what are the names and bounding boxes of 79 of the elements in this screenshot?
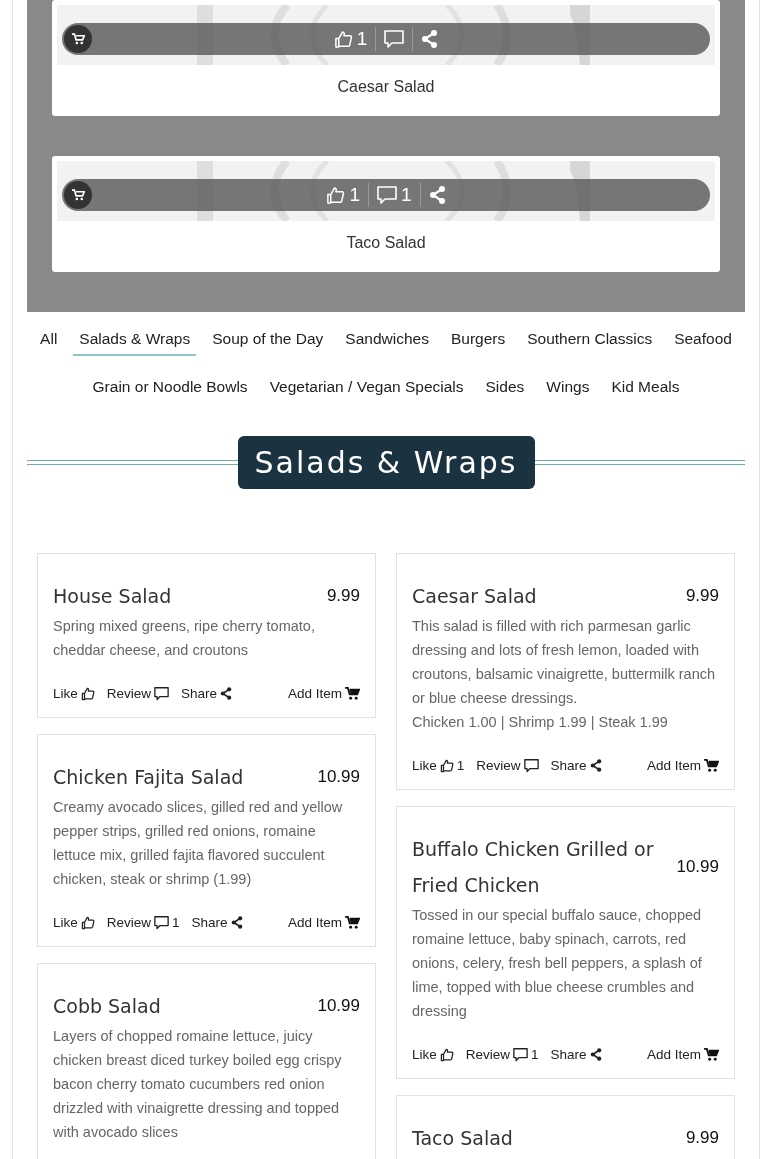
share-icon	[230, 916, 243, 929]
comment-icon	[154, 915, 170, 930]
comment-icon	[513, 1047, 529, 1062]
like-button[interactable]: Like 1	[412, 758, 465, 773]
cart-icon	[704, 1048, 719, 1061]
add-item-button[interactable]: Add Item	[646, 758, 719, 773]
cart-icon	[71, 189, 85, 201]
cart-icon	[345, 916, 360, 929]
comment-icon	[154, 686, 170, 701]
thumbs-up-icon	[80, 686, 95, 701]
share-icon[interactable]	[421, 30, 439, 48]
item-price: 9.99	[685, 586, 719, 606]
cart-button[interactable]	[64, 181, 92, 209]
share-icon	[220, 687, 233, 700]
category-tab[interactable]: All	[34, 326, 64, 356]
item-name: Caesar Salad	[412, 584, 537, 609]
category-tab[interactable]: Soup of the Day	[206, 326, 330, 356]
item-name: Taco Salad	[412, 1126, 513, 1151]
cart-icon	[345, 687, 360, 700]
item-description: Layers of chopped romaine lettuce, juicy chicken breast diced turkey boiled egg crispy bacon cherry tomato cucumbers red onion drizzled with vinaigrette dressing and topped with avocado slices	[53, 1027, 343, 1142]
thumbs-up-icon	[439, 758, 454, 773]
add-item-button[interactable]: Add Item	[646, 1047, 719, 1062]
item-price: 9.99	[326, 586, 360, 606]
share-button[interactable]: Share	[181, 686, 233, 701]
item-price: 10.99	[317, 996, 360, 1016]
item-price: 10.99	[676, 857, 719, 877]
like-button[interactable]: 1	[326, 184, 360, 206]
item-name: Taco Salad	[345, 233, 427, 252]
item-price: 10.99	[317, 767, 360, 787]
share-icon[interactable]	[428, 186, 446, 204]
review-button[interactable]: Review	[476, 758, 539, 773]
share-button[interactable]: Share	[191, 915, 243, 930]
thumbs-up-icon	[439, 1047, 454, 1062]
category-tab[interactable]: Sides	[479, 374, 531, 404]
share-icon	[589, 1048, 602, 1061]
comment-icon	[384, 29, 405, 49]
cart-button[interactable]	[64, 25, 92, 53]
share-button[interactable]: Share	[550, 758, 602, 773]
add-item-button[interactable]: Add Item	[287, 915, 360, 930]
like-button[interactable]: Like	[53, 915, 95, 930]
item-name: Caesar Salad	[336, 77, 436, 96]
review-button[interactable]	[384, 29, 405, 49]
item-description: Spring mixed greens, ripe cherry tomato, cheddar cheese, and croutons	[53, 617, 316, 660]
add-item-button[interactable]: Add Item	[287, 686, 360, 701]
category-tab[interactable]: Southern Classics	[521, 326, 659, 356]
item-name: Cobb Salad	[53, 994, 161, 1019]
thumbs-up-icon	[80, 915, 95, 930]
review-button[interactable]: Review 1	[106, 915, 180, 930]
item-description: Tossed in our special buffalo sauce, chopped romaine lettuce, baby spinach, carrots, red onions, celery, fresh bell peppers, a splash of lime, topped with blue cheese crumbles and dressing	[412, 906, 703, 1021]
category-tab[interactable]: Seafood	[668, 326, 738, 356]
review-button[interactable]: 1	[377, 184, 412, 206]
category-tab[interactable]: Salads & Wraps	[73, 326, 197, 356]
item-extras: Chicken 1.00 | Shrimp 1.99 | Steak 1.99	[412, 713, 669, 732]
section-title: Salads & Wraps	[237, 436, 535, 489]
comment-icon	[377, 185, 397, 205]
comment-icon	[523, 758, 539, 773]
category-tab[interactable]: Vegetarian / Vegan Specials	[263, 374, 470, 404]
category-tab[interactable]: Burgers	[444, 326, 512, 356]
like-button[interactable]: Like	[412, 1047, 454, 1062]
item-description: This salad is filled with rich parmesan garlic dressing and lots of fresh lemon, loaded with croutons, balsamic vinaigrette, buttermilk ranch or blue cheese dressings.	[412, 617, 717, 708]
like-button[interactable]: Like	[53, 686, 95, 701]
cart-icon	[704, 759, 719, 772]
item-description: Creamy avocado slices, gilled red and yellow pepper strips, grilled red onions, romaine lettuce mix, grilled fajita flavored succulent chicken, steak or shrimp (1.99)	[53, 798, 344, 889]
thumbs-up-icon	[326, 185, 346, 205]
like-button[interactable]: 1	[333, 28, 368, 50]
review-button[interactable]: Review 1	[465, 1047, 539, 1062]
item-price: 9.99	[685, 1128, 719, 1148]
review-button[interactable]: Review	[106, 686, 170, 701]
share-button[interactable]: Share	[550, 1047, 602, 1062]
item-name: House Salad	[53, 584, 172, 609]
category-tab[interactable]: Sandwiches	[339, 326, 435, 356]
category-tab[interactable]: Grain or Noodle Bowls	[86, 374, 254, 404]
thumbs-up-icon	[333, 29, 353, 49]
item-name: Chicken Fajita Salad	[53, 765, 244, 790]
item-name: Buffalo Chicken Grilled or Fried Chicken	[412, 837, 655, 898]
share-icon	[589, 759, 602, 772]
category-tab[interactable]: Wings	[540, 374, 596, 404]
category-tab[interactable]: Kid Meals	[605, 374, 686, 404]
cart-icon	[71, 33, 85, 45]
